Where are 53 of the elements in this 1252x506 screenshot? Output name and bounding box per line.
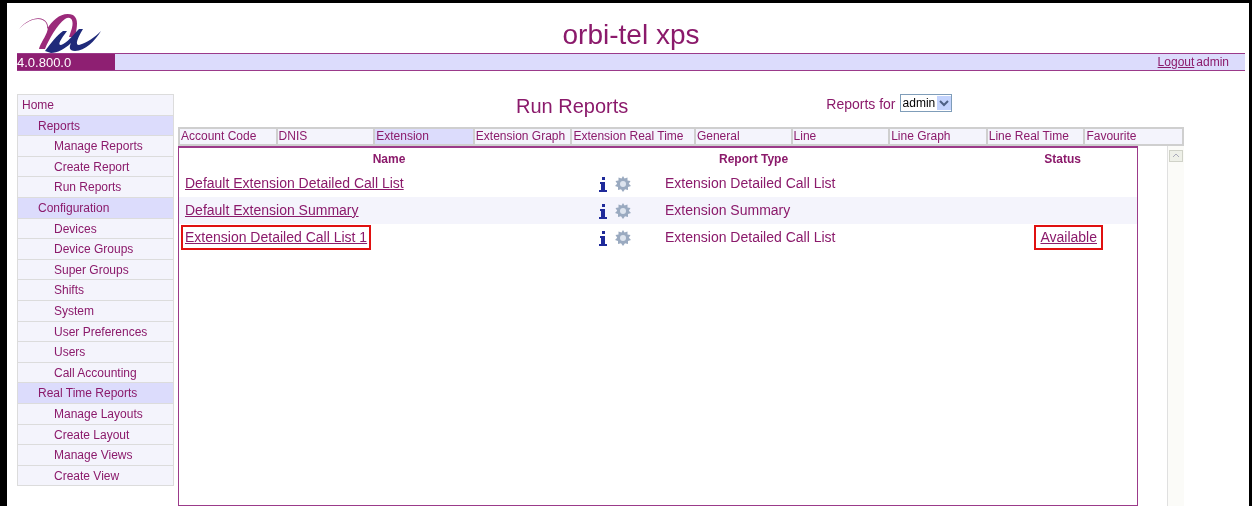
user-name: admin [1196,54,1229,71]
report-tab[interactable]: DNIS [277,129,376,144]
report-tab[interactable]: Extension [375,129,475,144]
report-tab[interactable]: General [695,129,793,144]
gear-icon[interactable] [615,175,631,192]
sidebar-item[interactable]: Run Reports [17,176,174,198]
reports-for-label: Reports for [826,95,896,114]
report-tab[interactable]: Line Real Time [987,129,1086,144]
sidebar-item[interactable]: Create Report [17,155,174,178]
scroll-up-icon[interactable] [1169,150,1183,162]
scrollbar[interactable] [1167,146,1184,506]
column-header: Report Type [719,152,789,166]
sidebar-item[interactable]: Users [17,341,174,363]
report-tab[interactable]: Account Code [180,129,278,144]
app-title: orbi-tel xps [561,21,701,49]
info-icon[interactable] [599,229,607,246]
column-header: Name [372,152,406,166]
sidebar-item[interactable]: Home [17,94,174,116]
sidebar-item[interactable]: Device Groups [17,238,174,260]
report-link[interactable]: Default Extension Summary [181,198,363,223]
page-title: Run Reports [516,94,629,119]
column-header: Status [1044,152,1081,166]
report-link[interactable]: Default Extension Detailed Call List [181,171,408,196]
sidebar-item[interactable]: User Preferences [17,320,174,343]
sidebar-item[interactable]: Manage Views [17,444,174,466]
report-tab[interactable]: Line [792,129,891,144]
sidebar-item[interactable]: Reports [17,114,174,137]
report-tab[interactable]: Extension Graph [474,129,573,144]
info-icon[interactable] [599,175,607,192]
report-type: Extension Detailed Call List [665,228,836,247]
sidebar-item[interactable]: Call Accounting [17,361,174,384]
report-tab[interactable]: Extension Real Time [572,129,696,144]
sidebar-item[interactable]: Super Groups [17,258,174,281]
sidebar-item[interactable]: Create View [17,464,174,487]
report-type: Extension Summary [665,201,791,220]
version-label: 4.0.800.0 [17,54,115,70]
user-dropdown[interactable]: admin [899,94,953,112]
report-link[interactable]: Extension Detailed Call List 1 [181,225,372,250]
gear-icon[interactable] [615,202,631,219]
sidebar-item[interactable]: Configuration [17,196,174,219]
report-type: Extension Detailed Call List [665,174,836,193]
sidebar-item[interactable]: System [17,299,174,322]
sidebar-item[interactable]: Create Layout [17,423,174,446]
info-icon[interactable] [599,202,607,219]
sidebar-item[interactable]: Shifts [17,279,174,301]
status-link[interactable]: Available [1034,225,1103,250]
logout-link[interactable]: Logout [1157,53,1195,71]
report-tab[interactable]: Line Graph [890,129,988,144]
sidebar-item[interactable]: Manage Layouts [17,402,174,425]
sidebar-item[interactable]: Manage Reports [17,135,174,157]
gear-icon[interactable] [615,229,631,246]
sidebar-item[interactable]: Real Time Reports [17,382,174,404]
sidebar-item[interactable]: Devices [17,217,174,240]
